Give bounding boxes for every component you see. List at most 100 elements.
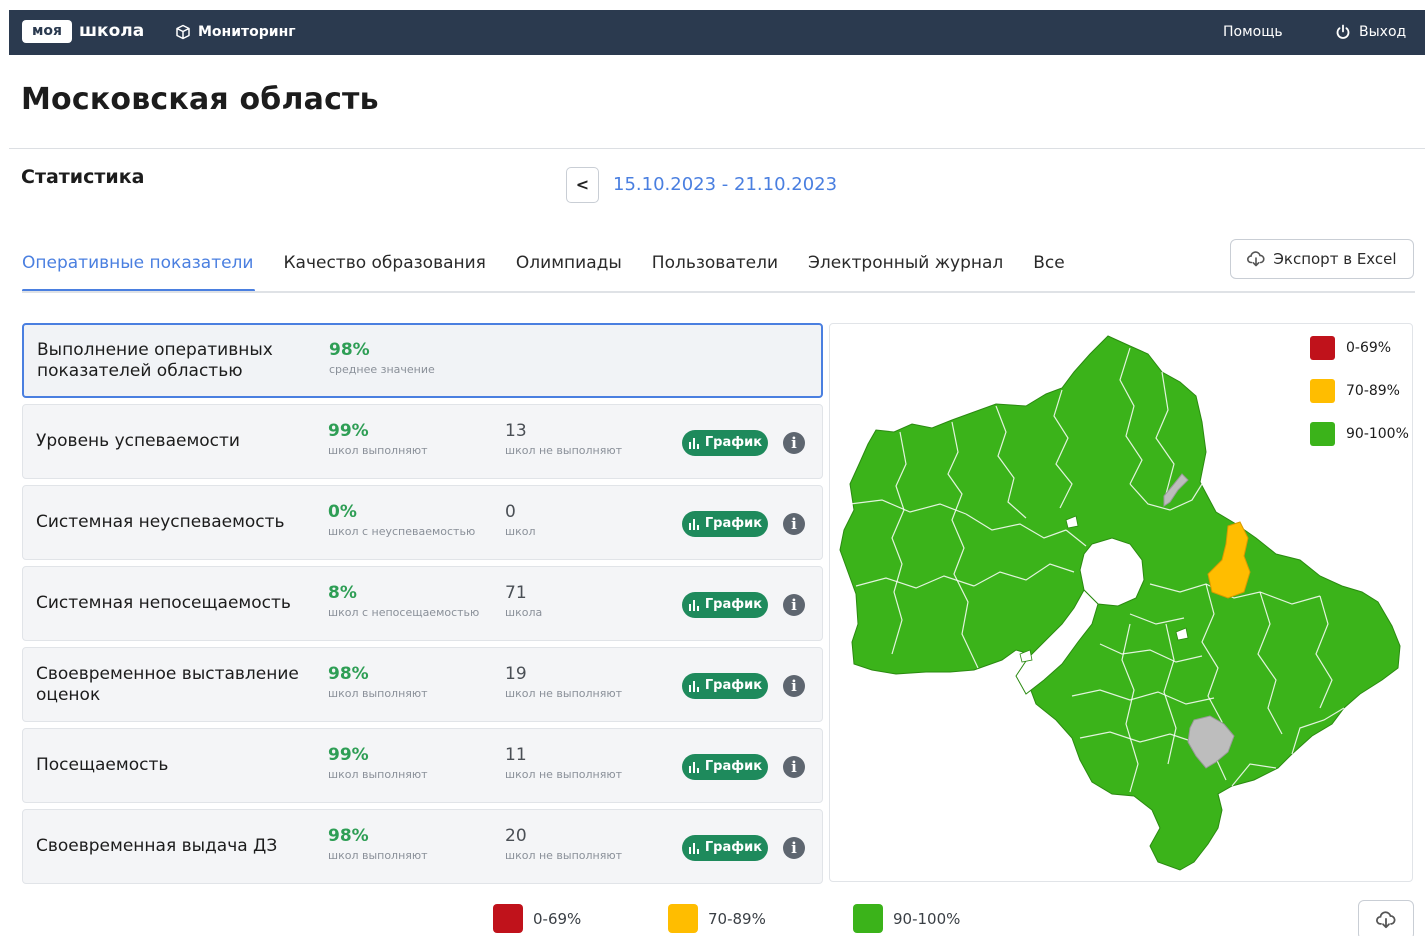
bottom-legend: 0-69% 70-89% 90-100% [493, 904, 960, 933]
tabs-underline [22, 291, 1415, 293]
legend-swatch-green [1310, 422, 1335, 446]
metric-title: Выполнение оперативных показателей облас… [37, 339, 273, 381]
tab-olympiads[interactable]: Олимпиады [516, 250, 622, 292]
metric-secondary-label: школ не выполняют [505, 444, 623, 457]
metric-secondary-value: 0 [505, 502, 516, 522]
download-button[interactable] [1358, 900, 1414, 936]
metric-primary-label: школ с неуспеваемостью [328, 525, 476, 538]
tab-bar: Оперативные показатели Качество образова… [22, 250, 1095, 292]
cube-icon [176, 24, 190, 40]
metric-secondary-label: школ не выполняют [505, 687, 623, 700]
bar-chart-icon [688, 681, 699, 692]
metric-primary: 99% школ выполняют [328, 744, 428, 783]
chart-button[interactable]: График [682, 835, 768, 861]
info-icon[interactable]: i [783, 756, 805, 778]
chart-button[interactable]: График [682, 511, 768, 537]
metric-title: Своевременное выставление оценок [36, 663, 299, 705]
chart-button-label: График [704, 759, 763, 774]
bar-chart-icon [688, 519, 699, 530]
metric-secondary-value: 20 [505, 826, 527, 846]
legend-item: 90-100% [853, 904, 960, 933]
legend-label: 70-89% [1346, 383, 1400, 399]
info-icon[interactable]: i [783, 675, 805, 697]
tab-education-quality[interactable]: Качество образования [283, 250, 485, 292]
metric-card-systemic-absence[interactable]: Системная непосещаемость 8% школ с непос… [22, 566, 823, 641]
legend-swatch-green [853, 904, 883, 933]
chart-button-label: График [704, 678, 763, 693]
cloud-download-icon [1247, 251, 1265, 267]
metric-title: Своевременная выдача ДЗ [36, 836, 278, 856]
metric-primary-label: школ выполняют [328, 849, 428, 862]
metric-secondary-label: школ [505, 525, 536, 538]
metric-primary-value: 8% [328, 583, 357, 603]
metric-card-performance[interactable]: Уровень успеваемости 99% школ выполняют … [22, 404, 823, 479]
metric-secondary-value: 19 [505, 664, 527, 684]
tab-electronic-journal[interactable]: Электронный журнал [808, 250, 1003, 292]
nav-monitoring-link[interactable]: Мониторинг [175, 22, 296, 42]
metric-card-attendance[interactable]: Посещаемость 99% школ выполняют 11 школ … [22, 728, 823, 803]
info-icon[interactable]: i [783, 594, 805, 616]
page-title: Московская область [21, 82, 379, 117]
metric-card-systemic-failure[interactable]: Системная неуспеваемость 0% школ с неусп… [22, 485, 823, 560]
legend-label: 0-69% [1346, 340, 1392, 356]
legend-label: 90-100% [893, 909, 961, 928]
tab-operational[interactable]: Оперативные показатели [22, 250, 256, 292]
metric-title: Уровень успеваемости [36, 431, 240, 451]
tab-all[interactable]: Все [1033, 250, 1064, 292]
tab-users[interactable]: Пользователи [652, 250, 778, 292]
metric-primary: 98% школ выполняют [328, 825, 428, 864]
legend-swatch-red [1310, 336, 1335, 360]
metric-card-timely-homework[interactable]: Своевременная выдача ДЗ 98% школ выполня… [22, 809, 823, 884]
export-excel-label: Экспорт в Excel [1273, 250, 1397, 268]
export-excel-button[interactable]: Экспорт в Excel [1230, 239, 1414, 279]
metric-primary-value: 98% [329, 340, 370, 360]
chart-button-label: График [704, 516, 763, 531]
metric-secondary-value: 11 [505, 745, 527, 765]
metric-primary-label: школ с непосещаемостью [328, 606, 480, 619]
chart-button[interactable]: График [682, 430, 768, 456]
legend-label: 90-100% [1346, 426, 1409, 442]
logo-text[interactable]: школа [79, 20, 144, 42]
metric-primary-value: 0% [328, 502, 357, 522]
info-icon[interactable]: i [783, 432, 805, 454]
metric-primary-label: школ выполняют [328, 768, 428, 781]
metric-primary-value: 99% [328, 421, 369, 441]
metric-title: Системная непосещаемость [36, 593, 291, 613]
chart-button-label: График [704, 597, 763, 612]
metric-secondary: 0 школ [505, 501, 535, 540]
legend-item: 0-69% [1310, 336, 1409, 360]
date-range[interactable]: 15.10.2023 - 21.10.2023 [613, 173, 837, 197]
metric-secondary: 20 школ не выполняют [505, 825, 622, 864]
metric-secondary: 19 школ не выполняют [505, 663, 622, 702]
bar-chart-icon [688, 843, 699, 854]
info-icon[interactable]: i [783, 513, 805, 535]
metric-secondary: 11 школ не выполняют [505, 744, 622, 783]
bar-chart-icon [688, 438, 699, 449]
metric-secondary-value: 71 [505, 583, 527, 603]
metric-primary-value: 98% [328, 664, 369, 684]
metric-primary-value: 99% [328, 745, 369, 765]
date-prev-button[interactable]: < [566, 167, 599, 203]
metric-title: Посещаемость [36, 755, 169, 775]
logout-label: Выход [1359, 24, 1407, 40]
metric-primary: 8% школ с непосещаемостью [328, 582, 479, 621]
metric-primary-label: школ выполняют [328, 444, 428, 457]
metric-primary: 99% школ выполняют [328, 420, 428, 459]
logout-button[interactable]: Выход [1335, 22, 1406, 42]
chart-button-label: График [704, 435, 763, 450]
info-icon[interactable]: i [783, 837, 805, 859]
map-legend: 0-69% 70-89% 90-100% [1310, 336, 1409, 465]
metric-card-operational-overall[interactable]: Выполнение оперативных показателей облас… [22, 323, 823, 398]
chart-button[interactable]: График [682, 673, 768, 699]
metric-primary: 98% школ выполняют [328, 663, 428, 702]
legend-label: 70-89% [708, 909, 766, 928]
legend-item: 70-89% [668, 904, 853, 933]
chart-button[interactable]: График [682, 592, 768, 618]
metric-primary: 0% школ с неуспеваемостью [328, 501, 475, 540]
logo-badge[interactable]: моя [22, 20, 72, 43]
section-title: Статистика [21, 166, 145, 188]
metric-card-timely-grading[interactable]: Своевременное выставление оценок 98% шко… [22, 647, 823, 722]
bar-chart-icon [688, 600, 699, 611]
help-link[interactable]: Помощь [1223, 22, 1283, 42]
chart-button[interactable]: График [682, 754, 768, 780]
